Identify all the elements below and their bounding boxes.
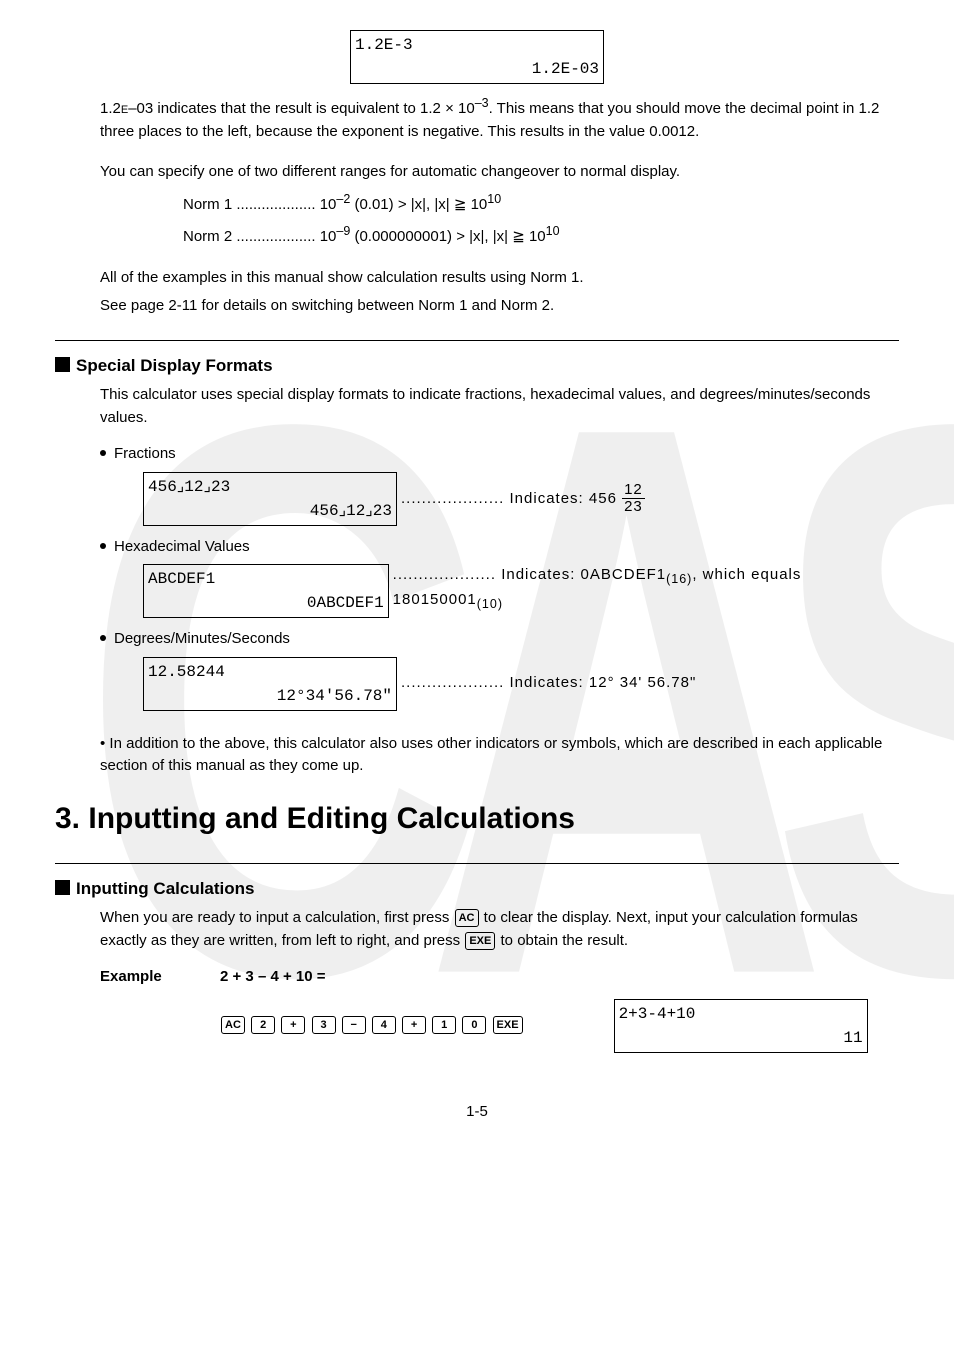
key-plus: + xyxy=(402,1016,426,1034)
example-keys-row: AC 2 + 3 − 4 + 1 0 EXE 2+3-4+10 11 xyxy=(220,999,899,1053)
ac-key-icon: AC xyxy=(455,909,479,927)
norm2-line: Norm 2 ................... 10–9 (0.00000… xyxy=(183,222,899,249)
key-sequence: AC 2 + 3 − 4 + 1 0 EXE xyxy=(220,1014,524,1037)
square-bullet-icon xyxy=(55,357,70,372)
paragraph-scinotation: 1.2E–03 indicates that the result is equ… xyxy=(100,94,899,143)
divider xyxy=(55,863,899,864)
exe-key-icon: EXE xyxy=(465,932,495,950)
key-minus: − xyxy=(342,1016,366,1034)
dms-row: 12.58244 12°34'56.78" ..................… xyxy=(143,657,899,711)
lcd3-bot: 0ABCDEF1 xyxy=(148,591,384,615)
example-row: Example 2 + 3 – 4 + 10 = xyxy=(100,966,899,989)
norm1-line: Norm 1 ................... 10–2 (0.01) >… xyxy=(183,190,899,217)
hex-heading: Hexadecimal Values xyxy=(100,536,899,559)
dms-heading: Degrees/Minutes/Seconds xyxy=(100,628,899,651)
lcd5-bot: 11 xyxy=(619,1026,863,1050)
example-equation: 2 + 3 – 4 + 10 = xyxy=(220,966,326,989)
paragraph-ranges: You can specify one of two different ran… xyxy=(100,161,899,184)
lcd4-bot: 12°34'56.78" xyxy=(148,684,392,708)
paragraph-norm1note: All of the examples in this manual show … xyxy=(100,267,899,290)
divider xyxy=(55,340,899,341)
lcd2-bot: 456⌟12⌟23 xyxy=(148,499,392,523)
hex-indicates: .................... Indicates: 0ABCDEF1… xyxy=(393,564,899,614)
paragraph-otherindicators: • In addition to the above, this calcula… xyxy=(100,733,899,778)
lcd5-top: 2+3-4+10 xyxy=(619,1002,863,1026)
lcd-example-1: 1.2E-3 1.2E-03 xyxy=(55,30,899,84)
lcd1-bot: 1.2E-03 xyxy=(355,57,599,81)
hex-row: ABCDEF1 0ABCDEF1 .................... In… xyxy=(143,564,899,618)
square-bullet-icon xyxy=(55,880,70,895)
chapter-heading: 3. Inputting and Editing Calculations xyxy=(55,796,899,841)
key-1: 1 xyxy=(432,1016,456,1034)
paragraph-formats: This calculator uses special display for… xyxy=(100,384,899,429)
key-exe: EXE xyxy=(493,1016,523,1034)
paragraph-seepage: See page 2-11 for details on switching b… xyxy=(100,295,899,318)
lcd4-top: 12.58244 xyxy=(148,660,392,684)
fractions-heading: Fractions xyxy=(100,443,899,466)
lcd1-top: 1.2E-3 xyxy=(355,33,599,57)
page-number: 1-5 xyxy=(55,1101,899,1124)
key-0: 0 xyxy=(462,1016,486,1034)
bullet-icon xyxy=(100,635,106,641)
key-4: 4 xyxy=(372,1016,396,1034)
section-inputting: Inputting Calculations xyxy=(55,876,899,902)
key-2: 2 xyxy=(251,1016,275,1034)
lcd2-top: 456⌟12⌟23 xyxy=(148,475,392,499)
fractions-indicates: .................... Indicates: 456 1223 xyxy=(401,482,645,516)
example-label: Example xyxy=(100,966,220,989)
bullet-icon xyxy=(100,450,106,456)
dms-indicates: .................... Indicates: 12° 34' … xyxy=(401,672,696,695)
lcd3-top: ABCDEF1 xyxy=(148,567,384,591)
bullet-icon xyxy=(100,543,106,549)
key-ac: AC xyxy=(221,1016,245,1034)
key-3: 3 xyxy=(312,1016,336,1034)
section-special-display: Special Display Formats xyxy=(55,353,899,379)
fractions-row: 456⌟12⌟23 456⌟12⌟23 ....................… xyxy=(143,472,899,526)
key-plus: + xyxy=(281,1016,305,1034)
paragraph-inputting: When you are ready to input a calculatio… xyxy=(100,907,899,952)
